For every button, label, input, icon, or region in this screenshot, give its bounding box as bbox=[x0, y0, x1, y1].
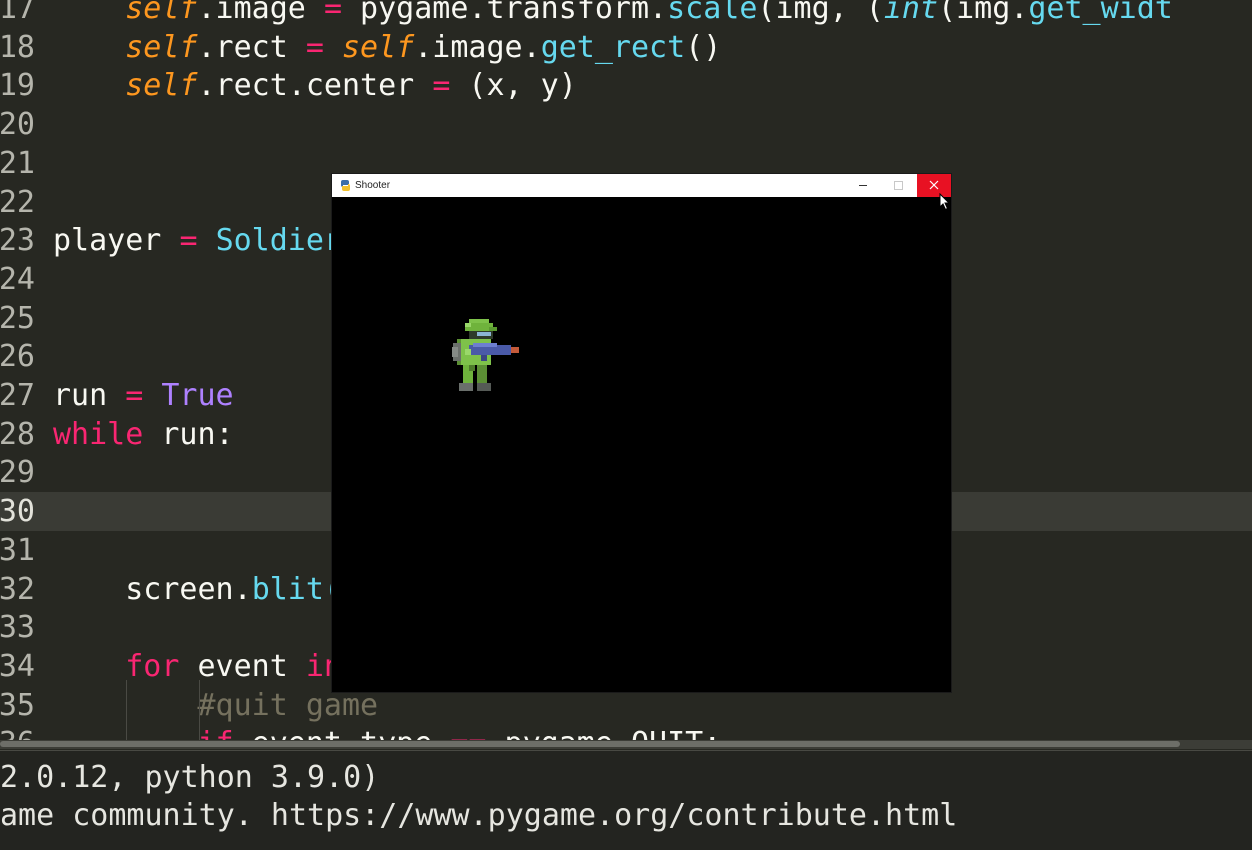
line-number: 20 bbox=[0, 107, 35, 143]
line-number: 25 bbox=[0, 300, 35, 336]
code-text: for event in bbox=[53, 647, 342, 686]
token-op: == bbox=[450, 726, 486, 740]
desktop: 17 self.image = pygame.transform.scale(i… bbox=[0, 0, 1252, 850]
token-fn: blit( bbox=[251, 571, 342, 607]
line-number: 23 bbox=[0, 223, 35, 259]
mouse-pointer-icon bbox=[939, 193, 951, 211]
pygame-window[interactable]: Shooter bbox=[332, 174, 951, 692]
code-text: if event.type == pygame.QUIT: bbox=[53, 724, 722, 740]
code-text: self.image = pygame.transform.scale(img,… bbox=[53, 0, 1173, 28]
token: player bbox=[53, 223, 180, 259]
game-canvas[interactable] bbox=[332, 197, 951, 692]
token: pygame.QUIT: bbox=[487, 726, 722, 740]
line-number: 17 bbox=[0, 0, 35, 26]
line-number: 28 bbox=[0, 416, 35, 452]
token-fn: Soldier bbox=[215, 223, 342, 259]
line-number: 34 bbox=[0, 648, 35, 684]
window-titlebar[interactable]: Shooter bbox=[332, 174, 951, 197]
code-line[interactable]: 18 self.rect = self.image.get_rect() bbox=[0, 28, 1252, 67]
line-number: 35 bbox=[0, 687, 35, 723]
minimize-button[interactable] bbox=[846, 174, 880, 197]
indent-guide bbox=[199, 680, 200, 740]
line-number: 21 bbox=[0, 145, 35, 181]
line-number: 36 bbox=[0, 724, 35, 740]
window-title: Shooter bbox=[355, 180, 391, 191]
line-number: 22 bbox=[0, 184, 35, 220]
console-line: 2.0.12, python 3.9.0) bbox=[0, 760, 380, 795]
token-cmt: #quit game bbox=[197, 687, 379, 723]
token: run: bbox=[143, 416, 234, 452]
line-number: 29 bbox=[0, 455, 35, 491]
horizontal-scrollbar[interactable] bbox=[0, 740, 1252, 749]
token: (img, ( bbox=[757, 0, 884, 26]
scrollbar-thumb[interactable] bbox=[0, 741, 1180, 747]
code-line[interactable]: 36 if event.type == pygame.QUIT: bbox=[0, 724, 1252, 740]
token: .rect.center bbox=[197, 68, 433, 104]
token-kw: while bbox=[53, 416, 144, 452]
line-number: 32 bbox=[0, 571, 35, 607]
line-number: 24 bbox=[0, 261, 35, 297]
token-int: int bbox=[883, 0, 939, 26]
token-self: self bbox=[342, 29, 415, 65]
soldier-sprite bbox=[452, 319, 519, 391]
code-line[interactable]: 19 self.rect.center = (x, y) bbox=[0, 66, 1252, 105]
minimize-icon bbox=[859, 185, 867, 186]
code-text: while run: bbox=[53, 415, 234, 454]
indent-guide bbox=[126, 680, 127, 740]
token-op: = bbox=[432, 68, 451, 104]
line-number: 19 bbox=[0, 68, 35, 104]
token: event bbox=[179, 648, 306, 684]
line-number: 31 bbox=[0, 532, 35, 568]
token-self: self bbox=[125, 29, 198, 65]
token-kw: if bbox=[198, 726, 234, 740]
line-number: 26 bbox=[0, 339, 35, 375]
code-text: screen.blit( bbox=[53, 570, 342, 609]
token-fn: scale bbox=[667, 0, 758, 26]
line-number: 30 bbox=[0, 494, 35, 530]
token-op: = bbox=[305, 29, 324, 65]
token: .image. bbox=[414, 29, 541, 65]
code-line[interactable]: 20 bbox=[0, 105, 1252, 144]
token: () bbox=[685, 29, 722, 65]
maximize-button[interactable] bbox=[881, 174, 915, 197]
token-op: = bbox=[179, 223, 198, 259]
token: .image bbox=[197, 0, 324, 26]
line-number: 33 bbox=[0, 610, 35, 646]
token-const: True bbox=[161, 378, 234, 413]
token: (img. bbox=[938, 0, 1029, 26]
maximize-icon bbox=[894, 181, 903, 190]
line-number: 18 bbox=[0, 29, 35, 65]
output-console: 2.0.12, python 3.9.0) ame community. htt… bbox=[0, 750, 1252, 850]
code-text: run = True bbox=[53, 376, 234, 415]
console-line: ame community. https://www.pygame.org/co… bbox=[0, 798, 958, 833]
token-kw: for bbox=[125, 648, 180, 684]
token-self: self bbox=[125, 68, 198, 104]
token: screen. bbox=[53, 571, 252, 607]
token-self: self bbox=[125, 0, 198, 26]
token: run bbox=[53, 378, 126, 413]
code-line[interactable]: 17 self.image = pygame.transform.scale(i… bbox=[0, 0, 1252, 28]
code-text: self.rect.center = (x, y) bbox=[53, 66, 577, 105]
line-number: 27 bbox=[0, 378, 35, 413]
token: .rect bbox=[197, 29, 306, 65]
token-fn: get_widt bbox=[1028, 0, 1173, 26]
token-op: = bbox=[125, 378, 144, 413]
code-text: #quit game bbox=[53, 686, 379, 725]
code-text: player = Soldier bbox=[53, 221, 342, 260]
token: (x, y) bbox=[450, 68, 577, 104]
token-fn: get_rect bbox=[540, 29, 686, 65]
token: event.type bbox=[234, 726, 451, 740]
pygame-snake-icon bbox=[340, 180, 351, 191]
token: pygame.transform. bbox=[342, 0, 668, 26]
code-text: self.rect = self.image.get_rect() bbox=[53, 28, 721, 67]
token-op: = bbox=[323, 0, 342, 26]
